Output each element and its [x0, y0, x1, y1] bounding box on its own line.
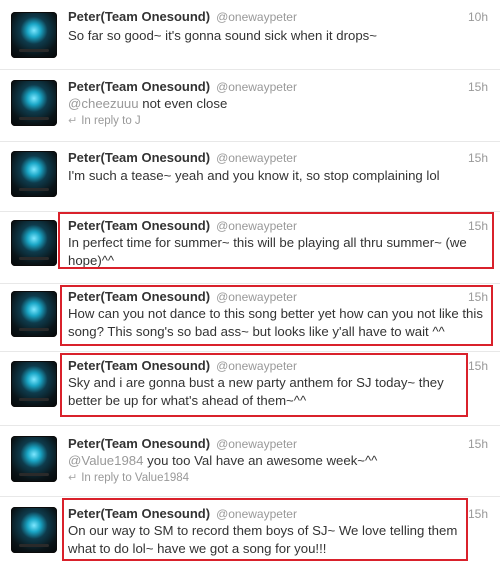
display-name[interactable]: Peter(Team Onesound): [68, 218, 210, 233]
in-reply-to-label: In reply to Value1984: [81, 472, 190, 484]
tweet-text: In perfect time for summer~ this will be…: [68, 235, 467, 268]
timestamp[interactable]: 15h: [468, 217, 488, 235]
in-reply-to-label: In reply to J: [81, 115, 141, 127]
display-name[interactable]: Peter(Team Onesound): [68, 358, 210, 373]
display-name[interactable]: Peter(Team Onesound): [68, 150, 210, 165]
tweet-text: Sky and i are gonna bust a new party ant…: [68, 375, 444, 408]
tweet-text: @cheezuuu not even close: [68, 95, 490, 113]
in-reply-to[interactable]: ↵ In reply to Value1984: [68, 470, 189, 486]
timestamp[interactable]: 15h: [468, 435, 488, 453]
avatar[interactable]: [11, 151, 57, 197]
username[interactable]: @onewaypeter: [216, 151, 297, 165]
avatar[interactable]: [11, 220, 57, 266]
username[interactable]: @onewaypeter: [216, 437, 297, 451]
reply-arrow-icon: ↵: [68, 115, 78, 127]
display-name[interactable]: Peter(Team Onesound): [68, 436, 210, 451]
timestamp[interactable]: 15h: [468, 505, 488, 523]
username[interactable]: @onewaypeter: [216, 219, 297, 233]
tweet[interactable]: Peter(Team Onesound) @onewaypeter 15h On …: [0, 497, 500, 571]
avatar[interactable]: [11, 291, 57, 337]
tweet-text: How can you not dance to this song bette…: [68, 306, 483, 339]
tweet[interactable]: Peter(Team Onesound) @onewaypeter 15h How…: [0, 284, 500, 352]
tweet-text: @Value1984 you too Val have an awesome w…: [68, 452, 490, 470]
tweet[interactable]: Peter(Team Onesound) @onewaypeter 15h @ch…: [0, 70, 500, 142]
tweet[interactable]: Peter(Team Onesound) @onewaypeter 15h In …: [0, 212, 500, 284]
tweet-timeline: Peter(Team Onesound) @onewaypeter 10h So …: [0, 0, 500, 571]
avatar[interactable]: [11, 361, 57, 407]
tweet-text: On our way to SM to record them boys of …: [68, 523, 458, 556]
display-name[interactable]: Peter(Team Onesound): [68, 9, 210, 24]
reply-arrow-icon: ↵: [68, 472, 78, 484]
username[interactable]: @onewaypeter: [216, 290, 297, 304]
timestamp[interactable]: 15h: [468, 288, 488, 306]
tweet-text: So far so good~ it's gonna sound sick wh…: [68, 28, 377, 43]
username[interactable]: @onewaypeter: [216, 80, 297, 94]
display-name[interactable]: Peter(Team Onesound): [68, 506, 210, 521]
display-name[interactable]: Peter(Team Onesound): [68, 289, 210, 304]
timestamp[interactable]: 15h: [468, 149, 488, 167]
timestamp[interactable]: 15h: [468, 357, 488, 375]
tweet[interactable]: Peter(Team Onesound) @onewaypeter 10h So …: [0, 0, 500, 70]
timestamp[interactable]: 10h: [468, 8, 488, 26]
mention-link[interactable]: @cheezuuu: [68, 96, 139, 111]
mention-link[interactable]: @Value1984: [68, 453, 143, 468]
in-reply-to[interactable]: ↵ In reply to J: [68, 113, 141, 129]
display-name[interactable]: Peter(Team Onesound): [68, 79, 210, 94]
avatar[interactable]: [11, 436, 57, 482]
avatar[interactable]: [11, 80, 57, 126]
tweet-body: not even close: [138, 96, 228, 111]
tweet[interactable]: Peter(Team Onesound) @onewaypeter 15h @Va…: [0, 426, 500, 497]
tweet-text: I'm such a tease~ yeah and you know it, …: [68, 168, 440, 183]
tweet[interactable]: Peter(Team Onesound) @onewaypeter 15h I'm…: [0, 142, 500, 212]
username[interactable]: @onewaypeter: [216, 10, 297, 24]
username[interactable]: @onewaypeter: [216, 359, 297, 373]
username[interactable]: @onewaypeter: [216, 507, 297, 521]
tweet[interactable]: Peter(Team Onesound) @onewaypeter 15h Sky…: [0, 352, 500, 426]
avatar[interactable]: [11, 12, 57, 58]
timestamp[interactable]: 15h: [468, 78, 488, 96]
tweet-body: you too Val have an awesome week~^^: [143, 453, 378, 468]
avatar[interactable]: [11, 507, 57, 553]
